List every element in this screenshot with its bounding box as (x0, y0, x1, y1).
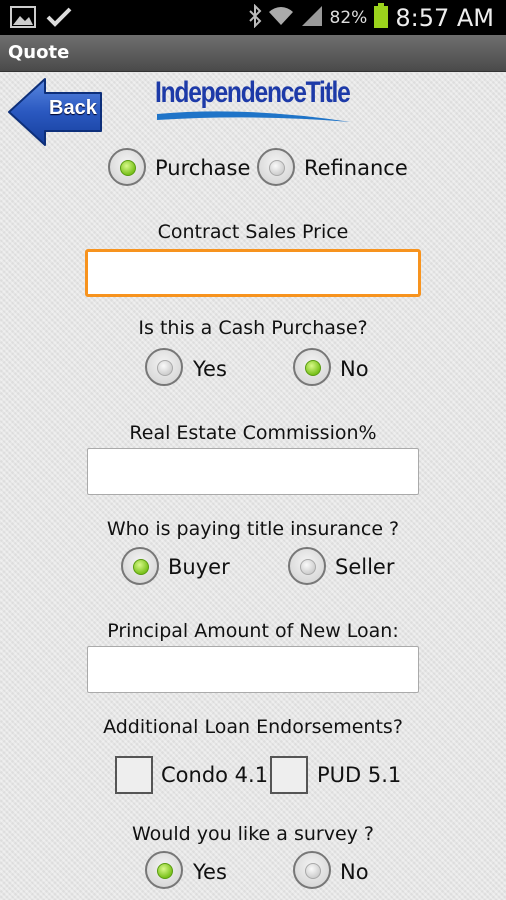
checkbox-pud[interactable] (270, 756, 308, 794)
wifi-icon (268, 5, 294, 31)
sales-price-label: Contract Sales Price (157, 221, 349, 243)
sales-price-field[interactable] (85, 249, 421, 297)
radio-purchase[interactable] (108, 148, 146, 186)
radio-cash-yes[interactable] (145, 348, 183, 386)
radio-refinance[interactable] (257, 148, 295, 186)
back-button-label: Back (49, 97, 97, 119)
sales-price-input[interactable] (88, 252, 418, 294)
survey-question: Would you like a survey ? (131, 823, 375, 845)
radio-survey-no[interactable] (293, 851, 331, 889)
app-title-bar: Quote (0, 35, 506, 72)
radio-seller[interactable] (288, 547, 326, 585)
logo-swoosh (157, 111, 351, 122)
radio-refinance-label: Refinance (304, 156, 408, 180)
loan-amount-input[interactable] (88, 647, 418, 692)
checkbox-pud-label: PUD 5.1 (317, 763, 402, 787)
radio-survey-yes[interactable] (145, 851, 183, 889)
page-title: Quote (8, 42, 70, 63)
title-insurance-question: Who is paying title insurance ? (106, 518, 400, 540)
loan-amount-label: Principal Amount of New Loan: (107, 620, 399, 642)
radio-cash-yes-label: Yes (193, 357, 227, 381)
checkbox-condo-label: Condo 4.1 (161, 763, 269, 787)
radio-cash-no[interactable] (293, 348, 331, 386)
radio-purchase-label: Purchase (155, 156, 251, 180)
radio-seller-label: Seller (335, 555, 395, 579)
commission-input[interactable] (88, 449, 418, 494)
loan-amount-field[interactable] (87, 646, 419, 693)
image-icon (10, 6, 36, 32)
radio-buyer-label: Buyer (168, 555, 230, 579)
bluetooth-icon (248, 3, 262, 32)
radio-survey-no-label: No (340, 860, 369, 884)
check-icon (46, 6, 72, 32)
battery-icon (373, 2, 389, 33)
battery-percent: 82% (329, 7, 368, 28)
independence-title-logo: IndependenceTitle (155, 76, 355, 130)
back-button[interactable]: Back (7, 77, 105, 147)
radio-survey-yes-label: Yes (193, 860, 227, 884)
status-bar: 82% 8:57 AM (0, 0, 506, 35)
cash-purchase-question: Is this a Cash Purchase? (138, 317, 368, 339)
endorsements-question: Additional Loan Endorsements? (103, 716, 403, 738)
clock: 8:57 AM (395, 3, 494, 32)
commission-field[interactable] (87, 448, 419, 495)
commission-label: Real Estate Commission% (129, 422, 377, 444)
checkbox-condo[interactable] (115, 756, 153, 794)
signal-icon (300, 5, 324, 31)
radio-buyer[interactable] (121, 547, 159, 585)
radio-cash-no-label: No (340, 357, 369, 381)
